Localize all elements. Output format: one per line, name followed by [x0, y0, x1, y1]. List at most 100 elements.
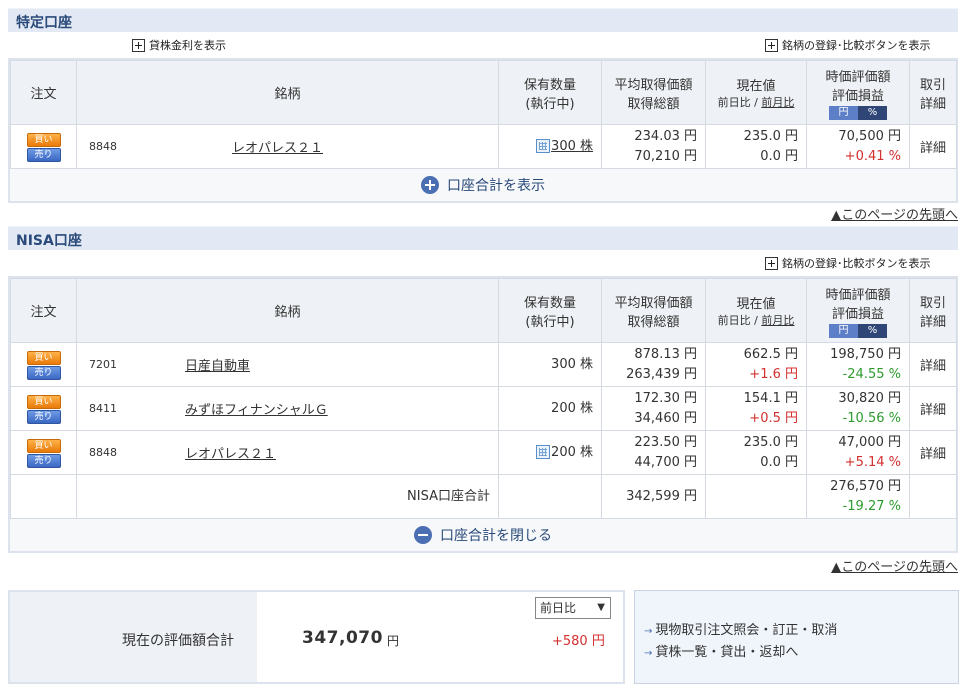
- section-title: 特定口座: [16, 15, 72, 31]
- price-cell: 235.0 円 0.0 円: [705, 430, 807, 475]
- buy-button[interactable]: 買い: [26, 438, 61, 453]
- value-cell: 30,820 円 -10.56 %: [806, 386, 910, 431]
- total-label: 現在の評価額合計: [122, 633, 234, 649]
- header-trade: 取引 詳細: [909, 60, 957, 125]
- show-lend-rate-link[interactable]: 貸株金利を表示: [132, 38, 226, 52]
- header-order: 注文: [10, 278, 77, 343]
- value-cell: 198,750 円 -24.55 %: [806, 342, 910, 387]
- total-value: 347,070: [302, 628, 383, 648]
- dropdown-arrow-icon: ▼: [597, 602, 605, 613]
- stock-code: 8411: [89, 402, 117, 415]
- qty-cell: 200 株: [498, 430, 602, 475]
- qty-cell: 300 株: [498, 342, 602, 387]
- arrow-right-icon: →: [644, 648, 653, 659]
- stock-name-link[interactable]: レオパレス２１: [232, 137, 323, 156]
- table-row: 買い 売り 8848 レオパレス２１ 200 株 223.50 円 44,700 …: [10, 430, 957, 475]
- total-diff: +580 円: [552, 634, 605, 649]
- minus-circle-icon: [414, 526, 432, 544]
- header-name: 銘柄: [76, 60, 499, 125]
- sell-button[interactable]: 売り: [26, 409, 61, 424]
- sell-button[interactable]: 売り: [26, 147, 61, 162]
- buy-button[interactable]: 買い: [26, 350, 61, 365]
- order-cell: 買い 売り: [10, 430, 77, 475]
- sell-button[interactable]: 売り: [26, 365, 61, 380]
- section-title: NISA口座: [16, 233, 82, 249]
- section-header-nisa: NISA口座: [8, 226, 958, 250]
- total-unit: 円: [387, 634, 400, 648]
- plus-icon: [765, 38, 778, 52]
- qty-link[interactable]: 300 株: [551, 139, 593, 154]
- toggle-yen[interactable]: 円: [829, 323, 858, 338]
- header-qty: 保有数量 (執行中): [498, 60, 602, 125]
- stock-name-link[interactable]: みずほフィナンシャルＧ: [185, 399, 328, 418]
- show-account-total-button[interactable]: 口座合計を表示: [10, 169, 956, 201]
- toggle-yen[interactable]: 円: [829, 105, 858, 120]
- avg-cell: 172.30 円 34,460 円: [601, 386, 706, 431]
- qty-cell: 200 株: [498, 386, 602, 431]
- arrow-right-icon: →: [644, 626, 653, 637]
- detail-link[interactable]: 詳細: [909, 124, 957, 169]
- value-cell: 70,500 円 +0.41 %: [806, 124, 910, 169]
- section-header-tokutei: 特定口座: [8, 8, 958, 32]
- calculator-icon[interactable]: [536, 445, 550, 459]
- order-cell: 買い 売り: [10, 342, 77, 387]
- table-header: 注文 銘柄 保有数量 (執行中) 平均取得価額 取得総額 現在値 前日比 / 前月比 …: [10, 278, 957, 343]
- detail-link[interactable]: 詳細: [909, 430, 957, 475]
- show-compare-buttons-link[interactable]: 銘柄の登録･比較ボタンを表示: [765, 38, 931, 52]
- price-cell: 235.0 円 0.0 円: [705, 124, 807, 169]
- order-cell: 買い 売り: [10, 386, 77, 431]
- sort-month-link[interactable]: 前月比: [761, 314, 794, 327]
- toggle-pct[interactable]: %: [858, 323, 887, 338]
- price-cell: 662.5 円 +1.6 円: [705, 342, 807, 387]
- comparison-select[interactable]: 前日比 ▼: [535, 597, 611, 619]
- buy-button[interactable]: 買い: [26, 394, 61, 409]
- show-compare-buttons-link[interactable]: 銘柄の登録･比較ボタンを表示: [765, 256, 931, 270]
- table-row: 買い 売り 8848 レオパレス２１ 300 株 234.03 円 70,210 …: [10, 124, 957, 169]
- toggle-pct[interactable]: %: [858, 105, 887, 120]
- name-cell: 8848 レオパレス２１: [76, 430, 550, 475]
- holdings-table-nisa: 注文 銘柄 保有数量 (執行中) 平均取得価額 取得総額 現在値 前日比 / 前月比 …: [8, 276, 958, 553]
- detail-link[interactable]: 詳細: [909, 386, 957, 431]
- value-cell: 47,000 円 +5.14 %: [806, 430, 910, 475]
- stock-code: 8848: [89, 446, 117, 459]
- table-header: 注文 銘柄 保有数量 (執行中) 平均取得価額 取得総額 現在値 前日比 / 前月比 …: [10, 60, 957, 125]
- stock-code: 8848: [89, 140, 117, 153]
- back-to-top-link[interactable]: ▲このページの先頭へ: [831, 556, 958, 575]
- table-row: 買い 売り 7201 日産自動車 300 株 878.13 円 263,439 円…: [10, 342, 957, 387]
- name-cell: 7201 日産自動車: [76, 342, 499, 387]
- plus-icon: [765, 256, 778, 270]
- header-trade: 取引 詳細: [909, 278, 957, 343]
- header-avg: 平均取得価額 取得総額: [601, 60, 706, 125]
- detail-link[interactable]: 詳細: [909, 342, 957, 387]
- avg-cell: 223.50 円 44,700 円: [601, 430, 706, 475]
- header-order: 注文: [10, 60, 77, 125]
- sell-button[interactable]: 売り: [26, 453, 61, 468]
- plus-circle-icon: [421, 176, 439, 194]
- stock-name-link[interactable]: レオパレス２１: [185, 443, 276, 462]
- quick-links-box: → 現物取引注文照会・訂正・取消 → 貸株一覧・貸出・返却へ: [634, 590, 959, 684]
- header-value: 時価評価額 評価損益円%: [806, 278, 910, 343]
- header-price: 現在値 前日比 / 前月比: [705, 60, 807, 125]
- name-cell: 8411 みずほフィナンシャルＧ: [76, 386, 499, 431]
- plus-icon: [132, 38, 145, 52]
- holdings-table-tokutei: 注文 銘柄 保有数量 (執行中) 平均取得価額 取得総額 現在値 前日比 / 前月比 …: [8, 58, 958, 203]
- order-cell: 買い 売り: [10, 124, 77, 169]
- header-name: 銘柄: [76, 278, 499, 343]
- calculator-icon[interactable]: [536, 139, 550, 153]
- stock-name-link[interactable]: 日産自動車: [185, 355, 250, 374]
- back-to-top-link[interactable]: ▲このページの先頭へ: [831, 204, 958, 223]
- table-row: 買い 売り 8411 みずほフィナンシャルＧ 200 株 172.30 円 34,…: [10, 386, 957, 431]
- summary-row: NISA口座合計 342,599 円 276,570 円 -19.27 %: [10, 474, 957, 519]
- header-avg: 平均取得価額 取得総額: [601, 278, 706, 343]
- qty-cell: 300 株: [498, 124, 602, 169]
- buy-button[interactable]: 買い: [26, 132, 61, 147]
- sort-month-link[interactable]: 前月比: [761, 96, 794, 109]
- lending-list-link[interactable]: → 貸株一覧・貸出・返却へ: [644, 641, 798, 660]
- avg-cell: 234.03 円 70,210 円: [601, 124, 706, 169]
- stock-code: 7201: [89, 358, 117, 371]
- name-cell: 8848 レオパレス２１: [76, 124, 550, 169]
- order-inquiry-link[interactable]: → 現物取引注文照会・訂正・取消: [644, 619, 837, 638]
- summary-value: 276,570 円 -19.27 %: [806, 474, 910, 519]
- close-account-total-button[interactable]: 口座合計を閉じる: [10, 519, 956, 551]
- price-cell: 154.1 円 +0.5 円: [705, 386, 807, 431]
